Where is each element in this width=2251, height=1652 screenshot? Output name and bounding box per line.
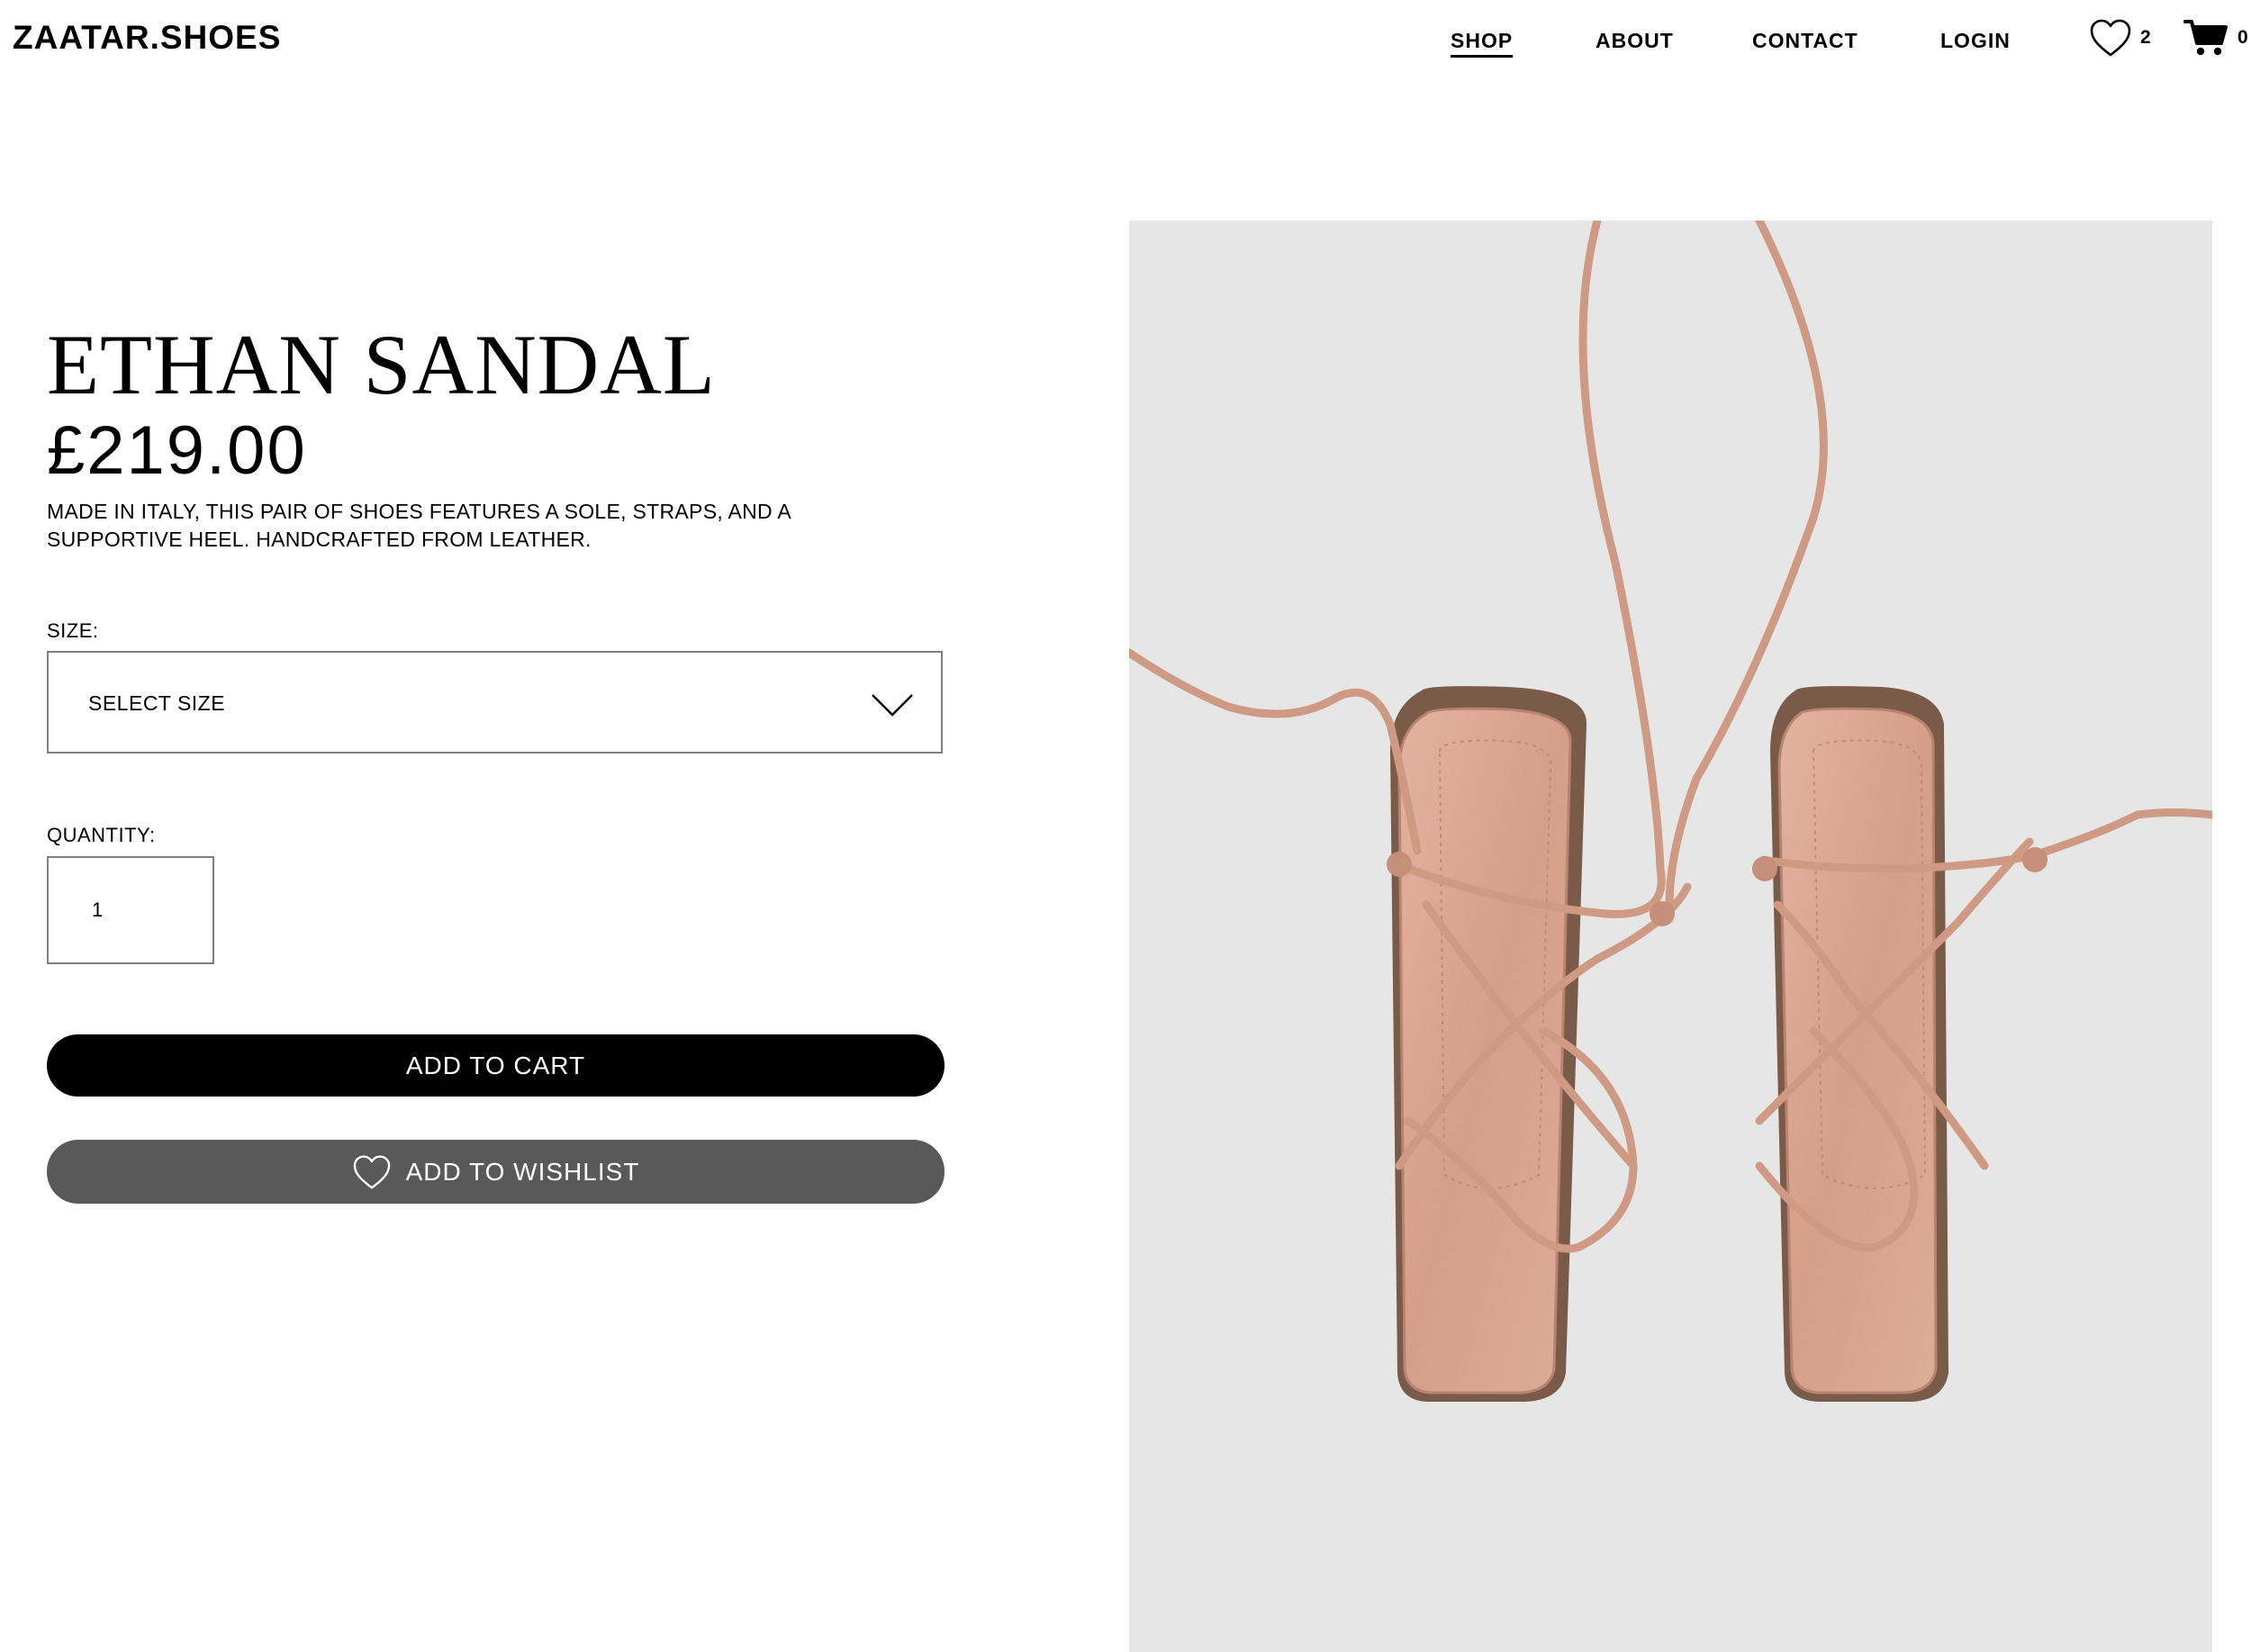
- add-to-cart-label: ADD TO CART: [405, 1051, 586, 1079]
- add-to-cart-button[interactable]: ADD TO CART: [47, 1034, 945, 1097]
- nav-link-about[interactable]: ABOUT: [1596, 25, 1674, 56]
- nav-link-shop[interactable]: SHOP: [1451, 25, 1513, 56]
- quantity-field-box: [47, 856, 214, 964]
- heart-icon: [2090, 19, 2131, 57]
- chevron-down-icon: [872, 694, 913, 717]
- cart-icon: [2183, 20, 2228, 56]
- size-select-value: SELECT SIZE: [88, 691, 226, 715]
- add-to-wishlist-button[interactable]: ADD TO WISHLIST: [47, 1140, 945, 1204]
- size-label: SIZE:: [47, 619, 99, 642]
- quantity-label: QUANTITY:: [47, 824, 156, 846]
- cart-button[interactable]: [2183, 18, 2230, 59]
- product-title: ETHAN SANDAL: [47, 317, 716, 412]
- add-to-wishlist-label: ADD TO WISHLIST: [405, 1157, 640, 1186]
- right-sandal: [1770, 686, 1948, 1402]
- product-image: [1129, 221, 2212, 1652]
- product-description: MADE IN ITALY, THIS PAIR OF SHOES FEATUR…: [47, 500, 791, 551]
- wishlist-button[interactable]: [2089, 18, 2134, 59]
- heart-icon: [353, 1155, 390, 1188]
- quantity-input[interactable]: [49, 858, 212, 962]
- site-logo[interactable]: ZAATAR.SHOES: [13, 16, 281, 59]
- nav-link-login[interactable]: LOGIN: [1940, 25, 2011, 56]
- product-price: £219.00: [47, 412, 307, 489]
- left-sandal: [1390, 686, 1587, 1402]
- nav-link-contact[interactable]: CONTACT: [1752, 25, 1858, 56]
- cart-count: 0: [2237, 27, 2248, 48]
- sandals-illustration: [1129, 221, 2212, 1402]
- wishlist-count: 2: [2140, 27, 2151, 48]
- size-select[interactable]: SELECT SIZE: [47, 651, 943, 754]
